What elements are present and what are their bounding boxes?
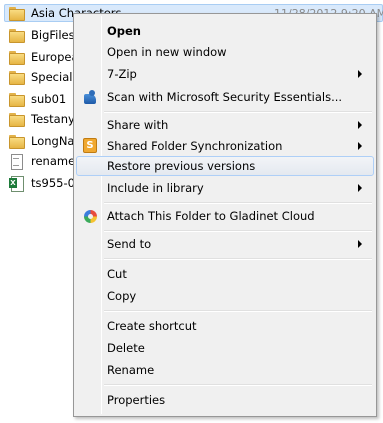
- menu-item-label: 7-Zip: [107, 67, 137, 81]
- menu-item-include-in-library[interactable]: Include in library: [76, 178, 374, 198]
- menu-separator: [104, 230, 372, 232]
- file-name: Special: [31, 70, 73, 84]
- folder-icon: [8, 112, 25, 127]
- file-name: BigFiles: [31, 28, 75, 42]
- submenu-arrow-icon: [358, 142, 362, 150]
- submenu-arrow-icon: [358, 121, 362, 129]
- menu-item-label: Rename: [107, 363, 155, 377]
- menu-separator: [104, 310, 372, 312]
- menu-item-label: Cut: [107, 267, 127, 281]
- shared-folder-sync-icon: S: [83, 138, 97, 153]
- menu-item-share-with[interactable]: Share with: [76, 115, 374, 135]
- menu-item-open-new-window[interactable]: Open in new window: [76, 42, 374, 62]
- menu-item-label: Copy: [107, 289, 137, 303]
- menu-separator: [104, 202, 372, 204]
- submenu-arrow-icon: [358, 70, 362, 78]
- file-name: LongNa: [31, 134, 75, 148]
- context-menu: Open Open in new window 7-Zip Scan with …: [73, 13, 377, 417]
- submenu-arrow-icon: [358, 240, 362, 248]
- menu-item-shared-folder-sync[interactable]: S Shared Folder Synchronization: [76, 136, 374, 156]
- menu-separator: [104, 111, 372, 113]
- folder-icon: [8, 28, 25, 43]
- file-name: Europea: [31, 50, 79, 64]
- menu-item-label: Send to: [107, 237, 152, 251]
- submenu-arrow-icon: [358, 184, 362, 192]
- menu-item-create-shortcut[interactable]: Create shortcut: [76, 316, 374, 336]
- menu-item-label: Scan with Microsoft Security Essentials.…: [107, 90, 343, 104]
- document-icon: [8, 154, 24, 170]
- menu-item-send-to[interactable]: Send to: [76, 234, 374, 254]
- microsoft-security-essentials-icon: [82, 89, 98, 105]
- menu-separator: [104, 258, 372, 260]
- menu-item-label: Share with: [107, 118, 169, 132]
- menu-item-7zip[interactable]: 7-Zip: [76, 64, 374, 84]
- menu-item-scan-mse[interactable]: Scan with Microsoft Security Essentials.…: [76, 87, 374, 107]
- menu-item-rename[interactable]: Rename: [76, 360, 374, 380]
- file-name: rename: [31, 154, 76, 168]
- folder-icon: [8, 92, 25, 107]
- menu-item-label: Restore previous versions: [107, 159, 256, 173]
- menu-item-properties[interactable]: Properties: [76, 390, 374, 410]
- folder-icon: [8, 6, 25, 21]
- menu-item-attach-gladinet[interactable]: Attach This Folder to Gladinet Cloud: [76, 206, 374, 226]
- file-name: Testany: [31, 112, 75, 126]
- menu-item-label: Attach This Folder to Gladinet Cloud: [107, 209, 315, 223]
- menu-item-label: Create shortcut: [107, 319, 197, 333]
- menu-item-label: Open in new window: [107, 45, 227, 59]
- menu-separator: [104, 384, 372, 386]
- folder-icon: [8, 134, 25, 149]
- menu-item-restore-previous-versions[interactable]: Restore previous versions: [76, 156, 374, 176]
- folder-icon: [8, 50, 25, 65]
- menu-item-cut[interactable]: Cut: [76, 264, 374, 284]
- menu-item-label: Open: [107, 24, 141, 38]
- menu-item-copy[interactable]: Copy: [76, 286, 374, 306]
- folder-icon: [8, 70, 25, 85]
- menu-item-label: Include in library: [107, 181, 204, 195]
- file-name: sub01: [31, 92, 67, 106]
- menu-item-label: Shared Folder Synchronization: [107, 139, 283, 153]
- menu-item-delete[interactable]: Delete: [76, 338, 374, 358]
- gladinet-cloud-icon: [84, 210, 97, 223]
- spreadsheet-icon: [8, 176, 24, 192]
- menu-item-label: Properties: [107, 393, 166, 407]
- menu-item-open[interactable]: Open: [76, 21, 374, 41]
- menu-item-label: Delete: [107, 341, 145, 355]
